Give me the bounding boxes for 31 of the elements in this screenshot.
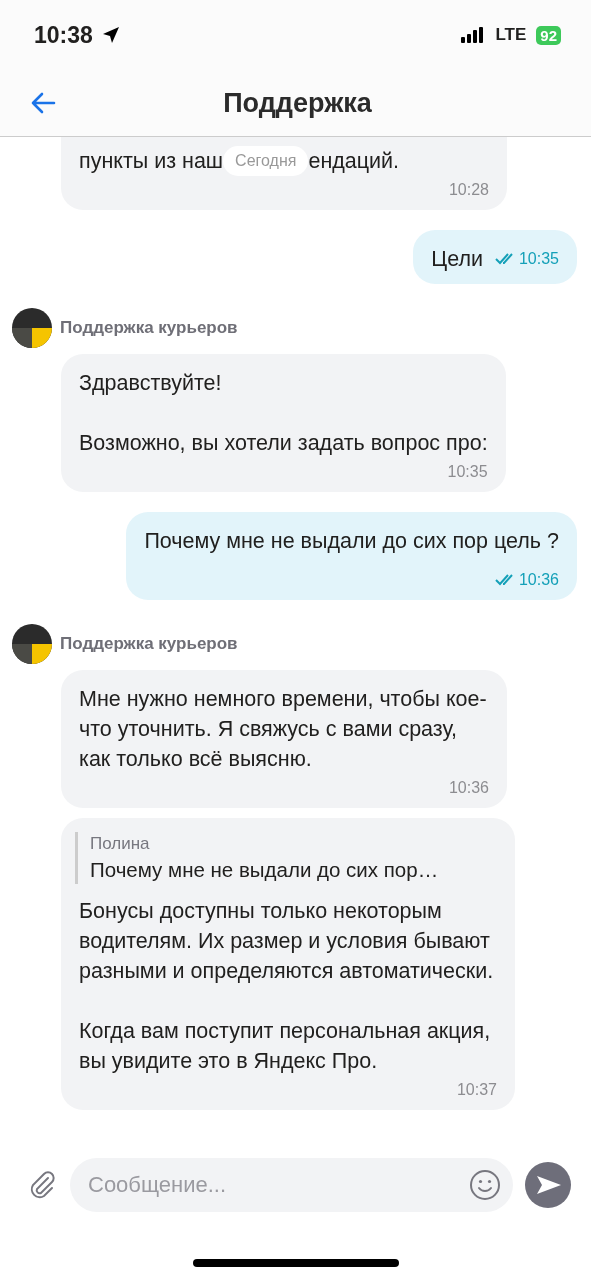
chat-title: Поддержка (222, 87, 373, 119)
network-label: LTE (495, 25, 527, 45)
message-time: 10:36 (518, 570, 559, 590)
avatar-icon (12, 624, 52, 664)
message-text: Бонусы доступны только некоторым водителям. Их размер и условия бывают разными и определяются автоматически. (79, 898, 495, 985)
message-text: пункты из наш (79, 148, 224, 175)
signal-icon (461, 27, 486, 43)
quote-text: Почему мне не выдали до сих пор… (90, 857, 440, 883)
message-text: ендаций. (308, 148, 400, 175)
message-time: 10:35 (518, 249, 559, 269)
emoji-icon[interactable] (469, 1169, 501, 1201)
back-arrow-icon[interactable] (30, 92, 56, 114)
message-time: 10:35 (447, 462, 488, 482)
message-text: Когда вам поступит персональная акция, вы увидите это в Яндекс Про. (79, 1018, 492, 1075)
message-text: Здравствуйте! (79, 370, 223, 397)
message-text: Мне нужно немного времени, чтобы кое-что уточнить. Я свяжусь с вами сразу, как только всё выясню. (79, 686, 488, 773)
send-button[interactable] (525, 1162, 571, 1208)
sender-name: Поддержка курьеров (60, 634, 238, 654)
message-time: 10:36 (448, 778, 489, 798)
message-text: Почему мне не выдали до сих пор цель ? (144, 528, 559, 555)
sender-name: Поддержка курьеров (60, 318, 238, 338)
message-input[interactable]: Сообщение... (70, 1158, 513, 1212)
message-time: 10:28 (448, 180, 489, 200)
message-text: Цели (431, 246, 483, 273)
message-time: 10:37 (456, 1080, 497, 1100)
date-pill: Сегодня (223, 146, 309, 176)
message-text: Возможно, вы хотели задать вопрос про: (79, 430, 488, 457)
status-time: 10:38 (34, 21, 93, 49)
battery-level: 92 (536, 25, 561, 45)
quote-author: Полина (90, 833, 151, 855)
avatar-icon (12, 308, 52, 348)
